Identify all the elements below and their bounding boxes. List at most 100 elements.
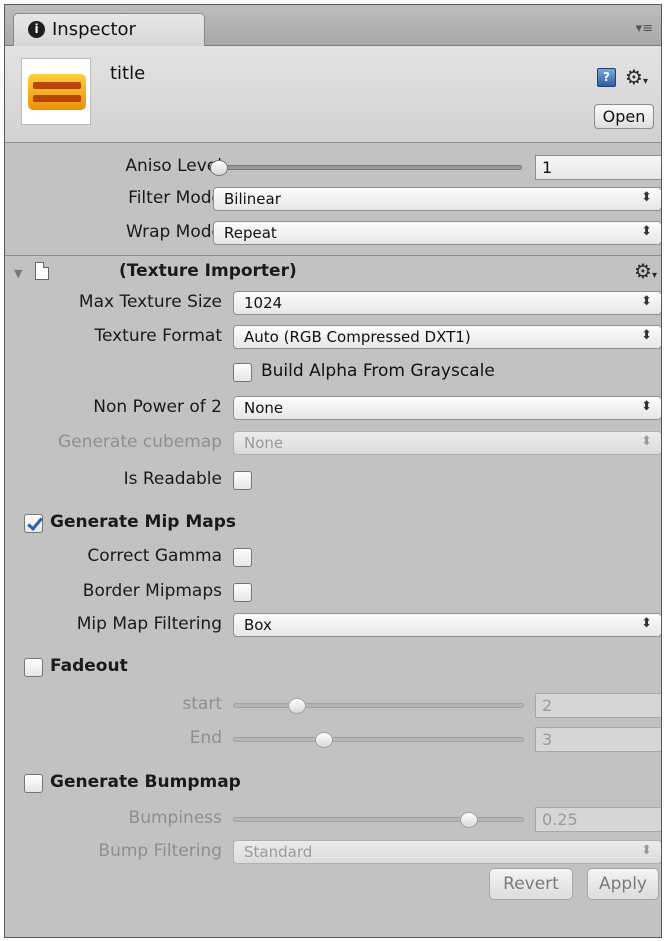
revert-button[interactable]: Revert <box>489 868 573 900</box>
dropdown-arrows-icon: ⬍ <box>641 399 652 414</box>
bump-filtering-value: Standard <box>244 843 313 861</box>
bump-filtering-label: Bump Filtering <box>98 841 222 861</box>
build-alpha-label: Build Alpha From Grayscale <box>261 361 495 381</box>
mip-map-filtering-value: Box <box>244 616 272 634</box>
is-readable-row: Is Readable <box>5 466 661 496</box>
texture-format-dropdown[interactable]: Auto (RGB Compressed DXT1) ⬍ <box>233 325 661 349</box>
bump-filtering-dropdown: Standard ⬍ <box>233 840 661 864</box>
fadeout-start-slider-knob <box>287 698 306 714</box>
mip-map-filtering-label: Mip Map Filtering <box>76 614 222 634</box>
dropdown-arrows-icon: ⬍ <box>641 843 652 858</box>
max-texture-size-row: Max Texture Size 1024 ⬍ <box>5 289 661 319</box>
asset-title: title <box>110 63 146 84</box>
wrap-mode-row: Wrap Mode Repeat ⬍ <box>5 219 661 249</box>
correct-gamma-label: Correct Gamma <box>87 546 222 566</box>
texture-format-value: Auto (RGB Compressed DXT1) <box>244 328 471 346</box>
fadeout-row: Fadeout <box>5 652 661 682</box>
build-alpha-checkbox[interactable] <box>233 363 252 382</box>
texture-importer-title: (Texture Importer) <box>119 261 297 281</box>
generate-bumpmap-label: Generate Bumpmap <box>50 772 241 792</box>
inspector-window: i Inspector ▾≡ title ? ⚙▾ Open Aniso Lev… <box>4 4 662 938</box>
texture-thumbnail <box>21 58 91 125</box>
fadeout-end-slider <box>233 737 524 742</box>
generate-cubemap-dropdown: None ⬍ <box>233 431 661 455</box>
border-mipmaps-label: Border Mipmaps <box>82 581 222 601</box>
dropdown-arrows-icon: ⬍ <box>641 434 652 449</box>
tab-label: Inspector <box>52 19 136 40</box>
help-book-icon[interactable]: ? <box>597 68 616 87</box>
fadeout-start-field: 2 <box>535 693 661 718</box>
bump-filtering-row: Bump Filtering Standard ⬍ <box>5 838 661 868</box>
border-mipmaps-row: Border Mipmaps <box>5 578 661 608</box>
correct-gamma-row: Correct Gamma <box>5 543 661 573</box>
correct-gamma-checkbox[interactable] <box>233 548 252 567</box>
tab-bar: i Inspector ▾≡ <box>5 5 661 46</box>
bumpiness-label: Bumpiness <box>128 808 222 828</box>
importer-gear-icon[interactable]: ⚙▾ <box>634 261 657 286</box>
border-mipmaps-checkbox[interactable] <box>233 583 252 602</box>
filter-mode-dropdown[interactable]: Bilinear ⬍ <box>213 187 661 211</box>
fadeout-label: Fadeout <box>50 656 128 676</box>
aniso-level-label: Aniso Level <box>125 156 222 176</box>
wrap-mode-value: Repeat <box>224 224 277 242</box>
aniso-level-slider[interactable] <box>210 165 522 170</box>
fadeout-start-row: start 2 <box>5 691 661 721</box>
fadeout-checkbox[interactable] <box>24 658 43 677</box>
fadeout-end-slider-knob <box>314 732 333 748</box>
generate-cubemap-row: Generate cubemap None ⬍ <box>5 429 661 459</box>
is-readable-label: Is Readable <box>123 469 222 489</box>
texture-format-row: Texture Format Auto (RGB Compressed DXT1… <box>5 323 661 353</box>
asset-header: title ? ⚙▾ Open <box>5 46 661 143</box>
aniso-level-field[interactable]: 1 <box>535 155 661 180</box>
generate-mip-maps-row: Generate Mip Maps <box>5 508 661 538</box>
build-alpha-row: Build Alpha From Grayscale <box>5 358 661 388</box>
open-button[interactable]: Open <box>594 104 654 129</box>
tab-menu-icon[interactable]: ▾≡ <box>636 21 653 36</box>
wrap-mode-label: Wrap Mode <box>126 222 222 242</box>
document-icon <box>35 262 49 280</box>
bumpiness-field: 0.25 <box>535 807 661 832</box>
bumpiness-row: Bumpiness 0.25 <box>5 805 661 835</box>
fadeout-start-label: start <box>182 694 222 714</box>
tab-inspector[interactable]: i Inspector <box>13 13 205 46</box>
generate-cubemap-label: Generate cubemap <box>58 432 222 452</box>
wrap-mode-dropdown[interactable]: Repeat ⬍ <box>213 221 661 245</box>
is-readable-checkbox[interactable] <box>233 471 252 490</box>
bumpiness-slider <box>233 817 524 822</box>
non-power-of-2-dropdown[interactable]: None ⬍ <box>233 396 661 420</box>
texture-format-label: Texture Format <box>94 326 222 346</box>
dropdown-arrows-icon: ⬍ <box>641 328 652 343</box>
max-texture-size-dropdown[interactable]: 1024 ⬍ <box>233 291 661 315</box>
apply-button[interactable]: Apply <box>587 868 659 900</box>
fadeout-start-slider <box>233 703 524 708</box>
fadeout-end-field: 3 <box>535 727 661 752</box>
dropdown-arrows-icon: ⬍ <box>641 224 652 239</box>
foldout-arrow-icon[interactable]: ▼ <box>14 267 22 280</box>
generate-mip-maps-checkbox[interactable] <box>24 514 43 533</box>
dropdown-arrows-icon: ⬍ <box>641 294 652 309</box>
filter-mode-label: Filter Mode <box>128 188 222 208</box>
texture-preview-image <box>28 74 86 110</box>
max-texture-size-value: 1024 <box>244 294 283 312</box>
mip-map-filtering-row: Mip Map Filtering Box ⬍ <box>5 611 661 641</box>
non-power-of-2-label: Non Power of 2 <box>93 397 222 417</box>
filter-mode-row: Filter Mode Bilinear ⬍ <box>5 185 661 215</box>
filter-mode-value: Bilinear <box>224 190 281 208</box>
max-texture-size-label: Max Texture Size <box>78 292 222 312</box>
generate-cubemap-value: None <box>244 434 284 452</box>
info-icon: i <box>28 21 45 38</box>
fadeout-end-row: End 3 <box>5 725 661 755</box>
generate-bumpmap-row: Generate Bumpmap <box>5 768 661 798</box>
aniso-level-slider-knob[interactable] <box>210 160 228 176</box>
fadeout-end-label: End <box>189 728 222 748</box>
generate-bumpmap-checkbox[interactable] <box>24 774 43 793</box>
bumpiness-slider-knob <box>459 812 478 828</box>
mip-map-filtering-dropdown[interactable]: Box ⬍ <box>233 613 661 637</box>
section-divider <box>5 255 661 256</box>
non-power-of-2-row: Non Power of 2 None ⬍ <box>5 394 661 424</box>
generate-mip-maps-label: Generate Mip Maps <box>50 512 237 532</box>
gear-icon[interactable]: ⚙▾ <box>625 67 648 92</box>
dropdown-arrows-icon: ⬍ <box>641 616 652 631</box>
dropdown-arrows-icon: ⬍ <box>641 190 652 205</box>
non-power-of-2-value: None <box>244 399 284 417</box>
